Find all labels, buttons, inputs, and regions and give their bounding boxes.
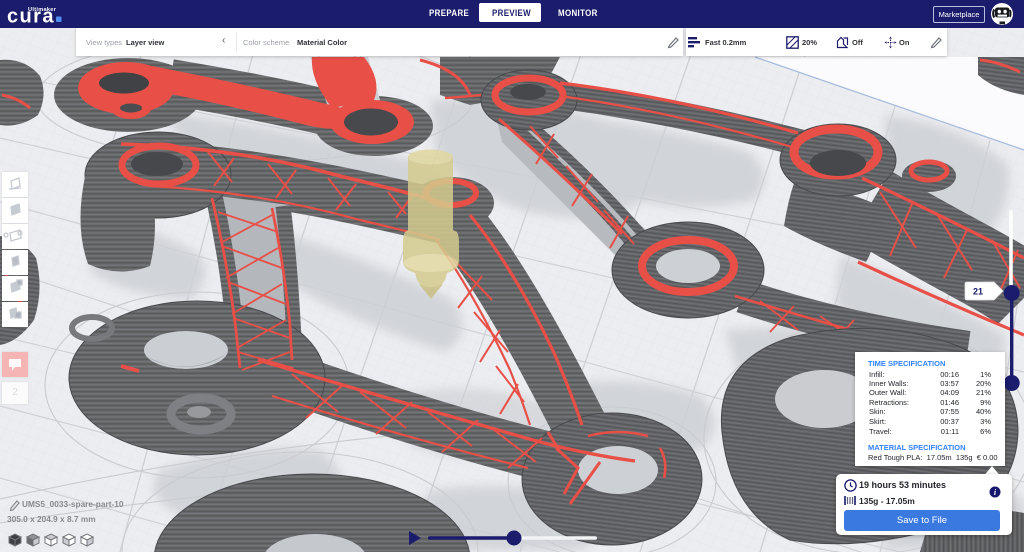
svg-text:21: 21 [973,287,983,297]
svg-text:Ultimaker: Ultimaker [28,7,57,13]
